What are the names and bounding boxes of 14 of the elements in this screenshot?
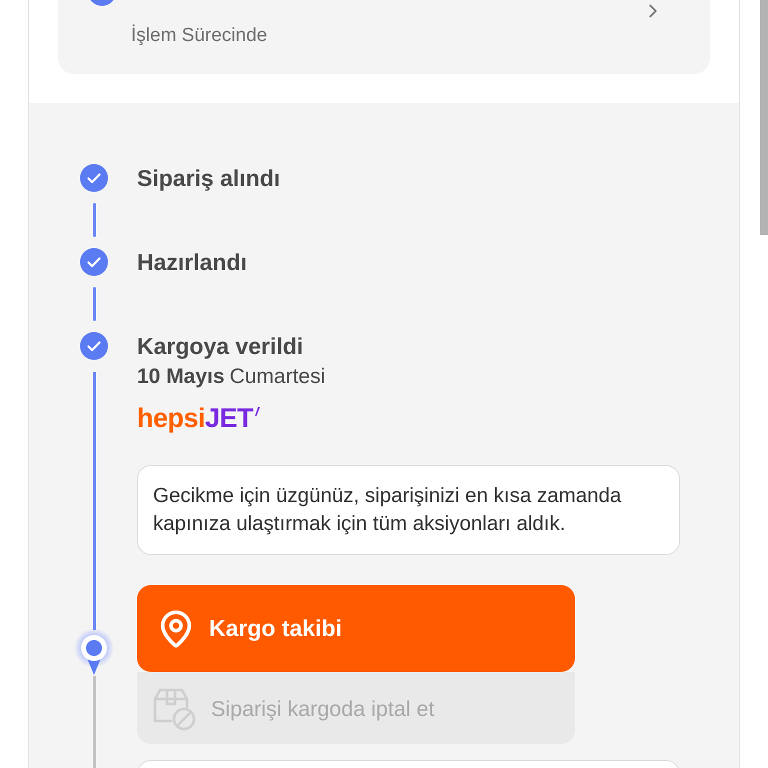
step-title: Sipariş alındı bbox=[137, 164, 280, 192]
step-title: Kargoya verildi bbox=[137, 332, 304, 360]
delay-message: Gecikme için üzgünüz, siparişinizi en kısa zamanda kapınıza ulaştırmak için tüm aksiyonları aldık. bbox=[137, 465, 680, 555]
shipping-date: 10 Mayıs bbox=[137, 364, 225, 390]
step-title: Hazırlandı bbox=[137, 248, 247, 276]
box-cancel-icon bbox=[151, 687, 197, 731]
order-status-card[interactable]: İşlem Sürecinde bbox=[58, 0, 710, 74]
status-text: İşlem Sürecinde bbox=[131, 24, 268, 48]
accent-mark-icon bbox=[254, 407, 260, 416]
scrollbar-thumb[interactable] bbox=[760, 0, 768, 235]
location-marker-icon bbox=[74, 628, 114, 676]
shipping-weekday: Cumartesi bbox=[230, 364, 326, 390]
carrier-logo-text: hepsiJET bbox=[137, 404, 254, 432]
cargo-tracking-button[interactable]: Kargo takibi bbox=[137, 585, 575, 672]
